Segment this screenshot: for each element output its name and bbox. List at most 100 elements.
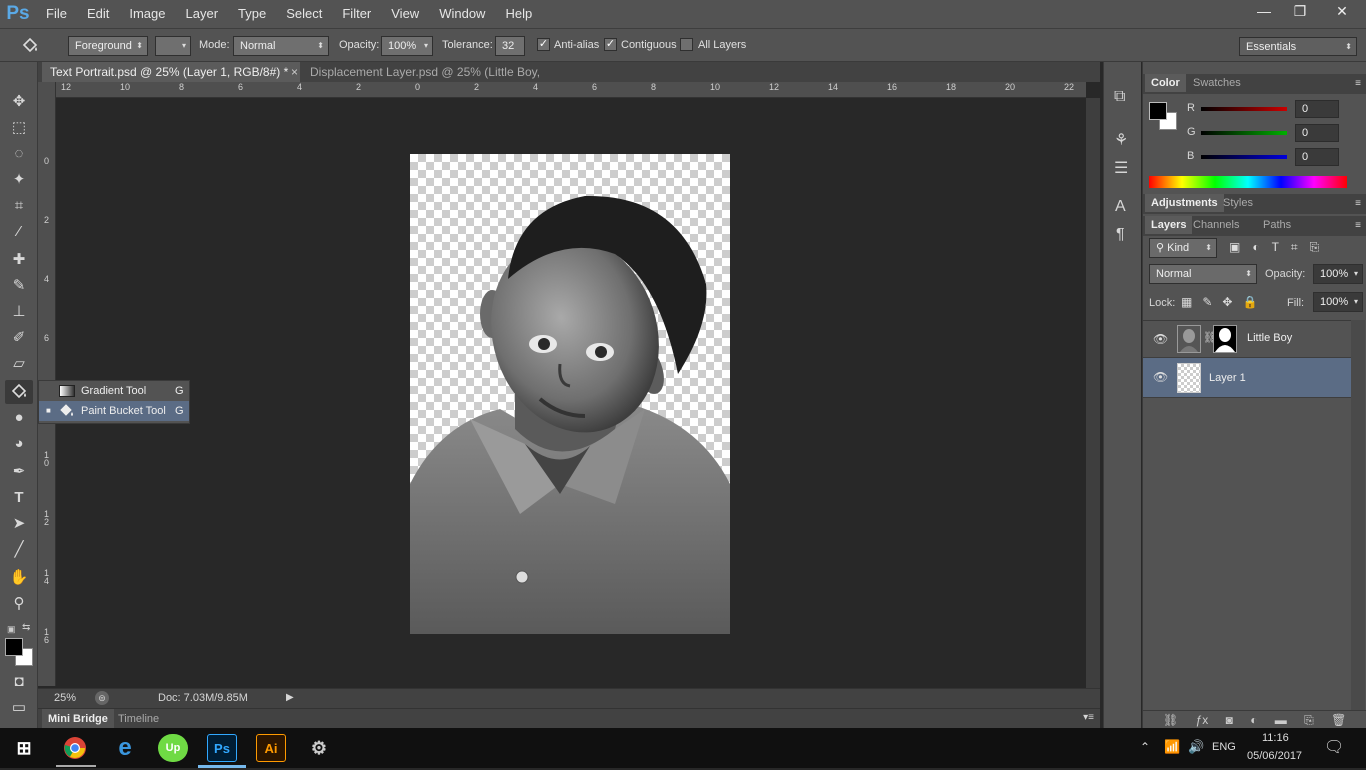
restore-button[interactable]: ❐ — [1282, 0, 1318, 22]
layer-row-layer-1[interactable]: 👁 Layer 1 — [1143, 358, 1351, 398]
network-icon[interactable]: 📶 — [1164, 739, 1180, 755]
photoshop-taskbar-icon[interactable]: Ps — [207, 734, 237, 762]
pattern-picker[interactable]: ▾ — [155, 36, 191, 56]
clock-time[interactable]: 11:16 — [1262, 732, 1289, 744]
tab-channels[interactable]: Channels — [1187, 216, 1245, 234]
menu-select[interactable]: Select — [276, 0, 332, 28]
status-icon[interactable]: ⊜ — [95, 691, 109, 705]
mode-select[interactable]: Normal ⬍ — [233, 36, 329, 56]
healing-brush-tool-icon[interactable]: ✚ — [5, 248, 33, 272]
tab-timeline[interactable]: Timeline — [116, 709, 161, 729]
layer-fill-input[interactable]: 100% ▾ — [1313, 292, 1363, 312]
clock-date[interactable]: 05/06/2017 — [1247, 750, 1302, 762]
red-value[interactable]: 0 — [1295, 100, 1339, 118]
layers-scrollbar[interactable] — [1351, 320, 1365, 710]
tab-swatches[interactable]: Swatches — [1187, 74, 1247, 92]
move-tool-icon[interactable]: ✥ — [5, 90, 33, 114]
tab-adjustments[interactable]: Adjustments — [1145, 194, 1224, 212]
eraser-tool-icon[interactable]: ▱ — [5, 352, 33, 376]
fill-source-select[interactable]: Foreground ⬍ — [68, 36, 148, 56]
eye-icon[interactable]: 👁 — [1153, 332, 1168, 346]
menu-filter[interactable]: Filter — [332, 0, 381, 28]
green-slider[interactable] — [1201, 131, 1287, 135]
eye-icon[interactable]: 👁 — [1153, 370, 1168, 384]
menu-layer[interactable]: Layer — [176, 0, 229, 28]
type-tool-icon[interactable]: T — [5, 486, 33, 510]
tolerance-input[interactable]: 32 — [495, 36, 525, 56]
menu-help[interactable]: Help — [495, 0, 542, 28]
new-layer-icon[interactable]: ⎘ — [1304, 713, 1314, 727]
paint-bucket-tool-icon[interactable] — [5, 380, 33, 404]
brush-tool-icon[interactable]: ✎ — [5, 274, 33, 298]
paint-bucket-preset-icon[interactable] — [20, 36, 42, 56]
tab-mini-bridge[interactable]: Mini Bridge — [42, 709, 114, 729]
alllayers-checkbox[interactable] — [680, 38, 693, 51]
document-canvas[interactable] — [410, 154, 730, 634]
upwork-icon[interactable]: Up — [158, 734, 188, 762]
foreground-color-swatch[interactable] — [5, 638, 23, 656]
workspace-switcher[interactable]: Essentials ⬍ — [1239, 37, 1357, 56]
link-layers-icon[interactable]: ⛓ — [1163, 713, 1178, 727]
panel-menu-icon[interactable]: ≡ — [1355, 78, 1361, 89]
menu-edit[interactable]: Edit — [77, 0, 119, 28]
character-panel-icon[interactable]: A — [1115, 198, 1126, 216]
menu-type[interactable]: Type — [228, 0, 276, 28]
trash-icon[interactable]: 🗑 — [1331, 713, 1346, 727]
chrome-icon[interactable] — [60, 734, 90, 762]
volume-icon[interactable]: 🔊 — [1188, 739, 1204, 755]
history-panel-icon[interactable]: ⧉ — [1114, 88, 1125, 106]
tab-text-portrait[interactable]: Text Portrait.psd @ 25% (Layer 1, RGB/8#… — [42, 62, 300, 82]
lock-icons[interactable]: ▦✎✥🔒 — [1181, 295, 1267, 309]
gradient-tool-item[interactable]: Gradient Tool G — [39, 381, 189, 401]
language-indicator[interactable]: ENG — [1212, 741, 1236, 753]
layer-opacity-input[interactable]: 100% ▾ — [1313, 264, 1363, 284]
tab-layers[interactable]: Layers — [1145, 216, 1193, 234]
tab-color[interactable]: Color — [1145, 74, 1186, 92]
properties-panel-icon[interactable]: ☰ — [1114, 158, 1128, 178]
ie-edge-icon[interactable]: e — [110, 734, 140, 762]
tab-displacement-layer[interactable]: Displacement Layer.psd @ 25% (Little Boy… — [302, 62, 592, 99]
tab-styles[interactable]: Styles — [1217, 194, 1259, 212]
zoom-tool-icon[interactable]: ⚲ — [5, 592, 33, 616]
crop-tool-icon[interactable]: ⌗ — [5, 194, 33, 218]
magic-wand-tool-icon[interactable]: ✦ — [5, 168, 33, 192]
vertical-scrollbar[interactable] — [1086, 98, 1100, 688]
pen-tool-icon[interactable]: ✒ — [5, 460, 33, 484]
show-hidden-icons[interactable]: ⌃ — [1140, 740, 1150, 754]
path-selection-tool-icon[interactable]: ➤ — [5, 512, 33, 536]
menu-view[interactable]: View — [381, 0, 429, 28]
paragraph-panel-icon[interactable]: ¶ — [1116, 226, 1125, 244]
blend-mode-select[interactable]: Normal ⬍ — [1149, 264, 1257, 284]
notifications-icon[interactable]: 🗨 — [1324, 737, 1344, 757]
layer-row-little-boy[interactable]: 👁 ⛓ Little Boy — [1143, 320, 1351, 358]
foreground-color-swatch[interactable] — [1149, 102, 1167, 120]
clone-stamp-tool-icon[interactable]: ⊥ — [5, 300, 33, 324]
windows-start-icon[interactable]: ⊞ — [9, 734, 39, 762]
color-spectrum[interactable] — [1149, 176, 1347, 188]
illustrator-taskbar-icon[interactable]: Ai — [256, 734, 286, 762]
swap-colors-icon[interactable]: ⇆ — [22, 622, 30, 633]
quick-mask-icon[interactable]: ◘ — [5, 670, 33, 694]
panel-menu-icon[interactable]: ≡ — [1355, 198, 1361, 209]
red-slider[interactable] — [1201, 107, 1287, 111]
new-group-icon[interactable]: ▬ — [1275, 713, 1287, 727]
history-brush-tool-icon[interactable]: ✐ — [5, 326, 33, 350]
blue-slider[interactable] — [1201, 155, 1287, 159]
marquee-tool-icon[interactable]: ⬚ — [5, 116, 33, 140]
tab-paths[interactable]: Paths — [1257, 216, 1297, 234]
adjustment-layer-icon[interactable]: ◐ — [1250, 713, 1257, 727]
opacity-input[interactable]: 100% ▾ — [381, 36, 433, 56]
menu-window[interactable]: Window — [429, 0, 495, 28]
blue-value[interactable]: 0 — [1295, 148, 1339, 166]
lasso-tool-icon[interactable]: ◌ — [5, 142, 33, 166]
steam-icon[interactable]: ⚙ — [304, 734, 334, 762]
close-icon[interactable]: × — [291, 62, 298, 82]
screen-mode-icon[interactable]: ▭ — [5, 696, 33, 720]
contiguous-checkbox[interactable]: ✓ — [604, 38, 617, 51]
close-button[interactable]: ✕ — [1318, 0, 1366, 22]
line-tool-icon[interactable]: ╱ — [5, 538, 33, 562]
minimize-button[interactable]: — — [1246, 0, 1282, 22]
eyedropper-tool-icon[interactable]: ⁄ — [5, 220, 33, 244]
blur-tool-icon[interactable]: ● — [5, 406, 33, 430]
brush-presets-icon[interactable]: ⚘ — [1114, 130, 1128, 150]
